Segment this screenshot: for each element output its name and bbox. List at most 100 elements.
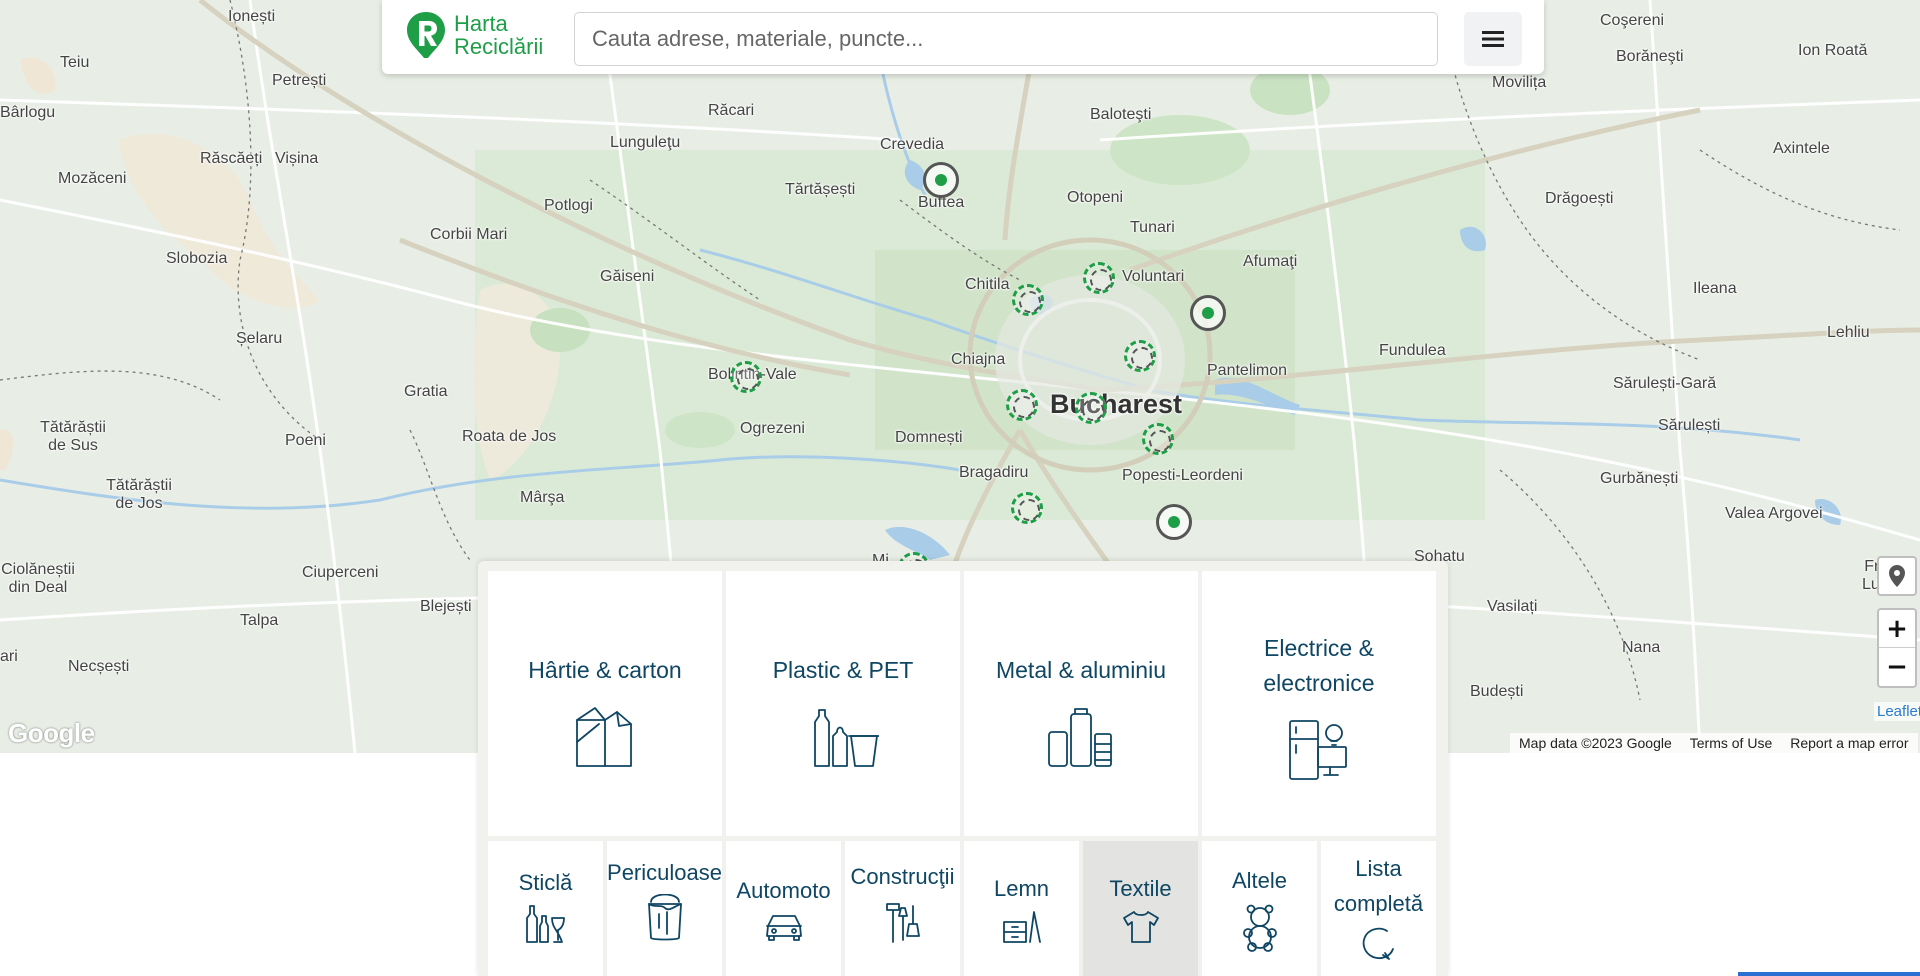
place-label: Baloteşti [1090,106,1152,123]
cluster-marker[interactable] [1011,492,1043,524]
place-label: Coşereni [1600,12,1665,29]
place-label: Teiu [60,54,90,71]
place-label: Vasilați [1487,598,1538,615]
cluster-marker[interactable] [1142,423,1174,455]
category-label: Automoto [736,878,831,903]
refresh-icon [1362,927,1394,960]
paper-carton-icon [576,707,632,767]
locate-button[interactable] [1877,556,1917,596]
teddy-bear-icon [1242,904,1277,952]
leaflet-attribution-link[interactable]: Leaflet [1874,702,1920,721]
place-label: Valea Argovei [1725,505,1823,522]
place-label: Gratia [404,383,448,400]
category-wood[interactable]: Lemn [964,841,1079,976]
map-attribution: Map data ©2023 Google Terms of Use Repor… [1510,733,1918,753]
place-label: Axintele [1773,140,1830,157]
place-label: Nana [1622,639,1661,656]
category-label: Sticlă [518,870,573,895]
place-label: Ion Roată [1798,42,1868,59]
cluster-marker[interactable] [730,361,762,393]
place-label: Chiajna [951,351,1006,368]
category-automoto[interactable]: Automoto [726,841,841,976]
place-label: Sărulești-Gară [1613,375,1717,392]
report-error-link[interactable]: Report a map error [1781,735,1917,751]
search-input[interactable] [574,12,1438,66]
cluster-marker[interactable] [1006,389,1038,421]
recycling-point-marker[interactable] [1190,295,1226,331]
logo[interactable]: Harta Reciclării [404,10,543,60]
cluster-marker[interactable] [1083,262,1115,294]
category-electronics[interactable]: Electrice & electronice [1202,571,1436,836]
place-label: Lunguleţu [610,134,681,151]
category-paper[interactable]: Hârtie & carton [488,571,722,836]
place-label: Afumaţi [1243,253,1298,270]
recycling-point-marker[interactable] [923,162,959,198]
place-label: Voluntari [1122,268,1185,285]
menu-button[interactable] [1464,12,1522,66]
category-construction[interactable]: Construcţii [845,841,960,976]
place-label: Tărtășești [785,181,856,198]
paint-bucket-icon [647,894,682,941]
category-label: Lista completă [1333,856,1424,916]
glass-bottles-icon [525,905,565,943]
place-label: Domnești [895,429,963,446]
place-label: Fundulea [1379,342,1446,359]
logo-line2: Reciclării [454,34,544,59]
tshirt-icon [1122,911,1159,943]
place-label: Talpa [240,612,279,629]
cluster-marker[interactable] [1124,340,1156,372]
category-full-list[interactable]: Lista completă [1321,841,1436,976]
place-label: Slobozia [166,250,228,267]
car-icon [765,915,802,941]
category-label: Construcţii [850,864,955,889]
place-label: Petrești [272,72,327,89]
place-label: Necșești [68,658,130,675]
place-label: Budești [1470,683,1524,700]
category-label: Altele [1231,868,1288,893]
place-label: Tătărăștii de Jos [106,477,172,512]
terms-link[interactable]: Terms of Use [1681,735,1781,751]
category-hazardous[interactable]: Periculoase [607,841,722,976]
category-panel: Hârtie & carton Plastic & PET Metal & al… [478,561,1448,976]
place-label: Poeni [285,432,326,449]
category-other[interactable]: Altele [1202,841,1317,976]
place-label: Lehliu [1827,324,1870,341]
category-glass[interactable]: Sticlă [488,841,603,976]
top-bar: Harta Reciclării [382,0,1544,74]
place-label: Răcari [708,102,755,119]
category-metal[interactable]: Metal & aluminiu [964,571,1198,836]
category-plastic[interactable]: Plastic & PET [726,571,960,836]
place-label: Potlogi [544,197,593,214]
google-logo: Google [8,718,95,748]
location-pin-icon [1889,565,1905,587]
cluster-marker[interactable] [1012,284,1044,316]
zoom-in-button[interactable]: + [1879,610,1915,648]
place-label: Gurbănești [1600,470,1679,487]
place-label: Mozăceni [58,170,127,187]
place-label: Ciuperceni [302,564,379,581]
cluster-marker[interactable] [1075,392,1107,424]
place-label: Blejești [420,598,472,615]
place-label: Drăgoești [1545,190,1614,207]
bottom-progress-bar [1738,972,1920,976]
place-label: Găiseni [600,268,655,285]
place-label: Bârlogu [0,104,56,121]
zoom-out-button[interactable]: − [1879,648,1915,686]
place-label: Movilița [1492,74,1547,91]
metal-cans-icon [1048,708,1112,767]
recycling-point-marker[interactable] [1156,504,1192,540]
place-label: Roata de Jos [462,428,557,445]
electronics-icon [1289,720,1347,780]
place-label: Tătărăștii de Sus [40,419,106,454]
place-label: Corbii Mari [430,226,508,243]
place-label: Bragadiru [959,464,1029,481]
logo-line1: Harta [454,11,508,36]
place-label: Pantelimon [1207,362,1288,379]
plastic-bottles-icon [814,709,879,767]
category-textile[interactable]: Textile [1083,841,1198,976]
category-label: Periculoase [607,860,722,885]
place-label: Ogrezeni [740,420,805,437]
place-label: Tunari [1130,219,1175,236]
category-label: Metal & aluminiu [995,657,1167,683]
place-label: Răscăeți [200,150,263,167]
